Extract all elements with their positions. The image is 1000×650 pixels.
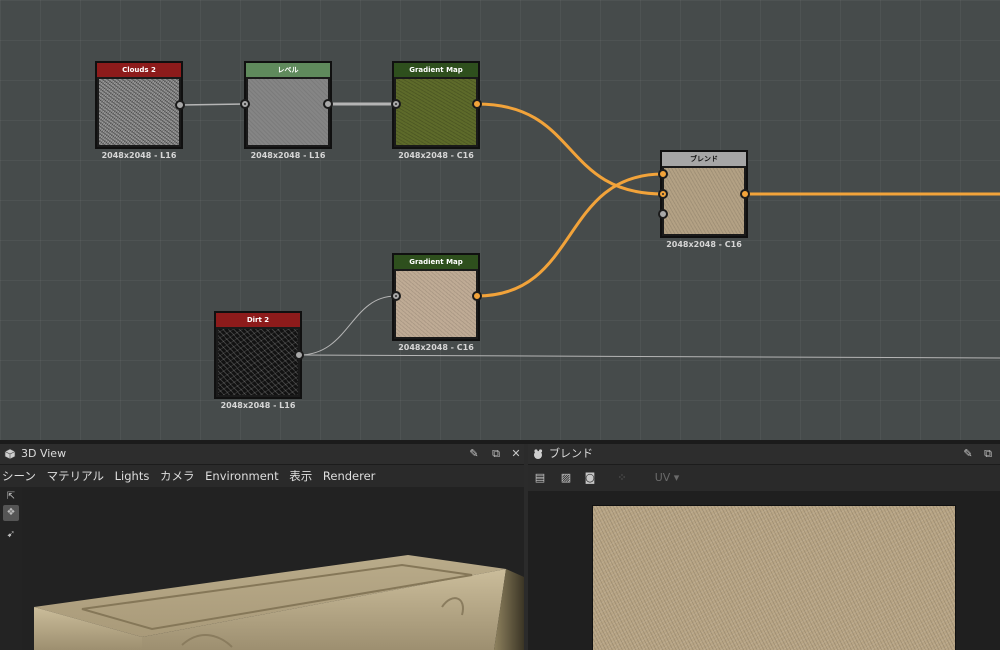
3d-view-toolbar: ⇱ ❖ ➹ — [0, 487, 22, 650]
3d-view-panel: 3D View ✎ ⧉ ✕ シーン マテリアル Lights カメラ Envir… — [0, 444, 524, 650]
input-port[interactable] — [391, 291, 401, 301]
output-port[interactable] — [472, 99, 482, 109]
2d-view-panel: ブレンド ✎ ⧉ ▤ ▨ ◙ ⁘ UV ▾ — [528, 444, 1000, 650]
input-port[interactable] — [240, 99, 250, 109]
node-size-label: 2048x2048 - L16 — [250, 151, 326, 160]
node-size-label: 2048x2048 - L16 — [101, 151, 177, 160]
2d-view-titlebar: ブレンド ✎ ⧉ — [528, 444, 1000, 465]
node-size-label: 2048x2048 - C16 — [398, 151, 474, 160]
node-title: Gradient Map — [394, 63, 478, 77]
menu-scene[interactable]: シーン — [2, 469, 36, 483]
pin-icon[interactable]: ✎ — [960, 446, 976, 462]
node-title: ブレンド — [662, 152, 746, 166]
menu-display[interactable]: 表示 — [289, 469, 312, 483]
close-icon[interactable]: ✕ — [508, 446, 524, 462]
node-size-label: 2048x2048 - C16 — [398, 343, 474, 352]
node-levels[interactable]: レベル — [244, 61, 332, 149]
node-thumbnail — [396, 271, 476, 337]
texture-preview — [592, 505, 956, 650]
2d-view-toolbar: ▤ ▨ ◙ ⁘ UV ▾ — [528, 465, 1000, 491]
node-gradient-map-1[interactable]: Gradient Map — [392, 61, 480, 149]
output-port[interactable] — [175, 100, 185, 110]
3d-view-title: 3D View — [21, 447, 67, 460]
save-image-icon[interactable]: ▨ — [558, 470, 574, 486]
node-thumbnail — [99, 79, 179, 145]
input-port-foreground[interactable] — [658, 169, 668, 179]
input-port[interactable] — [391, 99, 401, 109]
select-tool-icon[interactable]: ➹ — [3, 527, 19, 543]
node-graph-canvas[interactable]: Clouds 2 2048x2048 - L16 レベル 2048x2048 -… — [0, 0, 1000, 440]
node-title: Gradient Map — [394, 255, 478, 269]
node-thumbnail — [396, 79, 476, 145]
node-size-label: 2048x2048 - C16 — [666, 240, 742, 249]
export-icon[interactable]: ⇱ — [3, 489, 19, 505]
node-dirt[interactable]: Dirt 2 — [214, 311, 302, 399]
paint-icon — [534, 449, 543, 459]
node-title: Dirt 2 — [216, 313, 300, 327]
cube-icon — [4, 448, 16, 460]
restore-window-icon[interactable]: ⧉ — [980, 446, 996, 462]
2d-viewport[interactable] — [528, 491, 1000, 650]
channels-icon[interactable]: ▤ — [532, 470, 548, 486]
node-clouds[interactable]: Clouds 2 — [95, 61, 183, 149]
node-thumbnail — [218, 329, 298, 395]
node-title: レベル — [246, 63, 330, 77]
3d-view-titlebar: 3D View ✎ ⧉ ✕ — [0, 444, 524, 465]
node-blend[interactable]: ブレンド — [660, 150, 748, 238]
menu-material[interactable]: マテリアル — [47, 469, 104, 483]
output-port[interactable] — [294, 350, 304, 360]
uv-dropdown[interactable]: UV ▾ — [650, 470, 684, 486]
output-port[interactable] — [323, 99, 333, 109]
wire-dirt-out — [298, 354, 1000, 359]
2d-view-title: ブレンド — [549, 447, 593, 460]
node-thumbnail — [664, 168, 744, 234]
menu-renderer[interactable]: Renderer — [323, 469, 376, 483]
input-port-background[interactable] — [658, 189, 668, 199]
3d-viewport[interactable] — [22, 487, 524, 650]
pin-icon[interactable]: ✎ — [466, 446, 482, 462]
3d-view-menubar: シーン マテリアル Lights カメラ Environment 表示 Rend… — [0, 465, 524, 487]
node-thumbnail — [248, 79, 328, 145]
node-size-label: 2048x2048 - L16 — [220, 401, 296, 410]
nodes-dropdown-icon[interactable]: ⁘ — [614, 470, 630, 486]
3d-model-render — [34, 555, 524, 650]
input-port-opacity[interactable] — [658, 209, 668, 219]
wire-gradmap1-blend — [476, 102, 664, 196]
menu-environment[interactable]: Environment — [205, 469, 278, 483]
menu-camera[interactable]: カメラ — [160, 469, 195, 483]
paw-icon[interactable]: ❖ — [3, 505, 19, 521]
wire-clouds-levels — [179, 103, 246, 106]
menu-lights[interactable]: Lights — [115, 469, 150, 483]
output-port[interactable] — [472, 291, 482, 301]
node-title: Clouds 2 — [97, 63, 181, 77]
uv-label: UV — [654, 471, 671, 484]
restore-window-icon[interactable]: ⧉ — [488, 446, 504, 462]
node-gradient-map-2[interactable]: Gradient Map — [392, 253, 480, 341]
output-port[interactable] — [740, 189, 750, 199]
camera-icon[interactable]: ◙ — [582, 470, 598, 486]
